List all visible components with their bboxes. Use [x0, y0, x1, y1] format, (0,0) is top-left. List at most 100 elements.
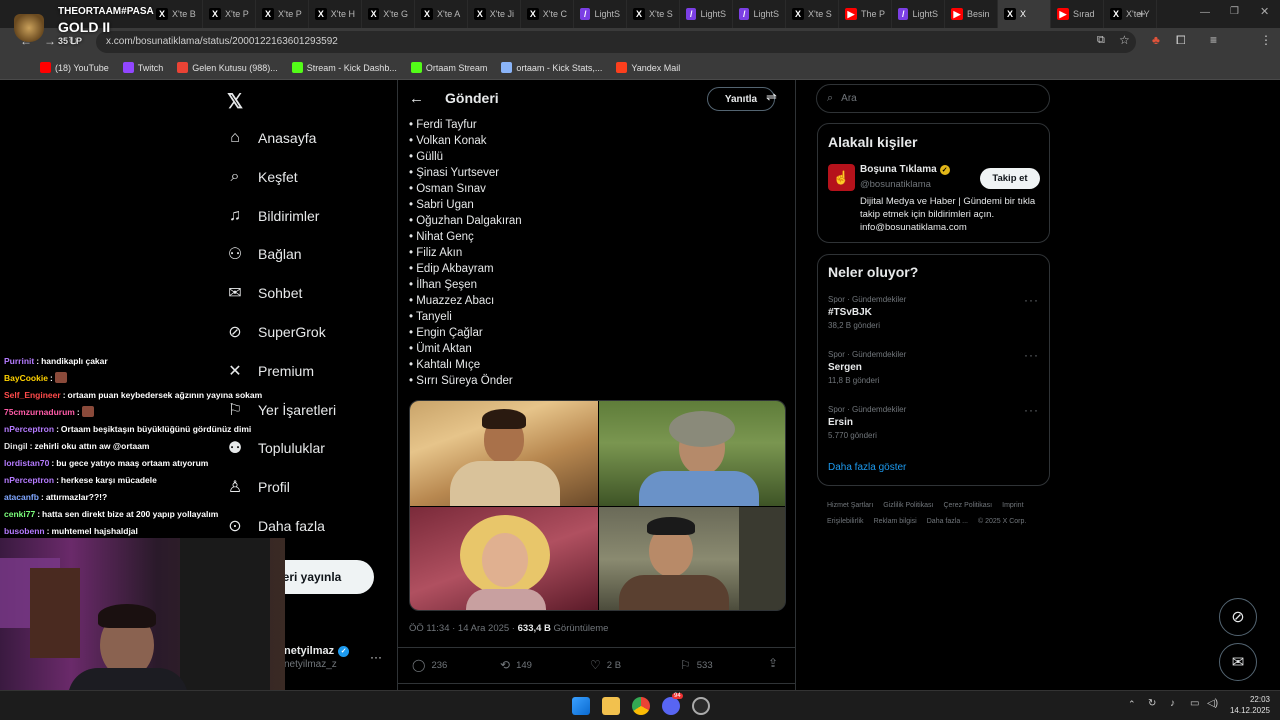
account-switcher[interactable]: netyilmaz ✓ netyilmaz_z: [284, 645, 350, 670]
post-image-2[interactable]: [599, 401, 785, 506]
search-input[interactable]: ⌕ Ara: [816, 84, 1050, 113]
start-windows-icon[interactable]: [572, 697, 590, 715]
gold-verified-badge-icon: ✓: [939, 164, 950, 175]
footer-link[interactable]: Hizmet Şartları: [827, 498, 873, 514]
forward-icon[interactable]: →: [44, 34, 56, 48]
bookmark-favicon-icon: [291, 62, 303, 73]
browser-tab[interactable]: X X'te A: [415, 0, 468, 28]
file-explorer-icon[interactable]: [602, 697, 620, 715]
star-bookmark-icon[interactable]: ☆: [1119, 33, 1130, 47]
filter-settings-icon[interactable]: ⇌: [766, 89, 777, 105]
browser-tab[interactable]: ▶ Besin: [945, 0, 998, 28]
trend-item[interactable]: Spor · Gündemdekiler Sergen 11,8 B gönderi: [828, 350, 906, 385]
browser-tab[interactable]: / LightS: [733, 0, 786, 28]
x-logo-icon[interactable]: 𝕏: [227, 89, 243, 114]
nav-item-add-person[interactable]: ⚇ Bağlan: [226, 245, 302, 263]
footer-link[interactable]: Imprint: [1002, 498, 1023, 514]
bookmark-item[interactable]: (18) YouTube: [40, 62, 109, 73]
volume-icon[interactable]: ◁): [1207, 698, 1218, 709]
like-action[interactable]: ♡ 2 B: [590, 658, 621, 672]
back-arrow-icon[interactable]: ←: [409, 90, 424, 107]
browser-tab[interactable]: X X'te B: [150, 0, 203, 28]
timestamp-text: ÖÖ 11:34 · 14 Ara 2025 ·: [409, 623, 518, 634]
show-more-link[interactable]: Daha fazla göster: [828, 462, 906, 473]
reload-icon[interactable]: ↻: [68, 34, 78, 48]
bookmark-item[interactable]: Stream - Kick Dashb...: [291, 62, 397, 73]
trend-more-icon[interactable]: ···: [1024, 348, 1039, 362]
network-icon[interactable]: ▭: [1190, 698, 1199, 709]
trend-more-icon[interactable]: ···: [1024, 403, 1039, 417]
browser-tab[interactable]: / LightS: [574, 0, 627, 28]
footer-link[interactable]: Daha fazla ...: [927, 514, 968, 530]
discord-icon[interactable]: 94: [662, 693, 683, 715]
browser-tab[interactable]: X X'te Y: [1104, 0, 1157, 28]
chrome-icon[interactable]: [632, 697, 650, 715]
footer-link[interactable]: Çerez Politikası: [943, 498, 992, 514]
post-image-grid[interactable]: [409, 400, 786, 611]
trend-item[interactable]: Spor · Gündemdekiler #TSvBJK 38,2 B gönder…: [828, 295, 906, 330]
media-control-icon[interactable]: ≡: [1210, 33, 1217, 47]
extensions-puzzle-icon[interactable]: ⧠: [1176, 33, 1186, 48]
extension-leaf-icon[interactable]: ♣: [1152, 33, 1160, 47]
follow-button[interactable]: Takip et: [980, 168, 1040, 189]
browser-tab[interactable]: X X'te P: [203, 0, 256, 28]
bookmark-item[interactable]: ortaam - Kick Stats,...: [501, 62, 602, 73]
trend-more-icon[interactable]: ···: [1024, 293, 1039, 307]
related-account-name-row[interactable]: Boşuna Tıklama ✓: [860, 164, 950, 175]
new-tab-icon[interactable]: +: [1138, 6, 1146, 21]
bookmark-item[interactable]: Yandex Mail: [616, 62, 680, 73]
browser-tab[interactable]: X X'te C: [521, 0, 574, 28]
bookmark-action[interactable]: ⚐ 533: [680, 658, 713, 672]
footer-link[interactable]: Gizlilik Politikası: [883, 498, 933, 514]
trend-item[interactable]: Spor · Gündemdekiler Ersin 5.770 gönderi: [828, 405, 906, 440]
bookmark-item[interactable]: Ortaam Stream: [410, 62, 487, 73]
browser-tab[interactable]: X X'te H: [309, 0, 362, 28]
post-image-3[interactable]: [410, 507, 598, 610]
browser-tab[interactable]: X X'te G: [362, 0, 415, 28]
microphone-icon[interactable]: ♪: [1170, 698, 1175, 709]
browser-menu-icon[interactable]: ⋮: [1260, 33, 1272, 47]
account-avatar[interactable]: ☝: [828, 164, 855, 191]
post-image-1[interactable]: [410, 401, 598, 506]
account-more-icon[interactable]: ···: [370, 650, 382, 664]
browser-tab[interactable]: ▶ The P: [839, 0, 892, 28]
footer-link[interactable]: Reklam bilgisi: [874, 514, 917, 530]
footer-link[interactable]: © 2025 X Corp.: [978, 514, 1026, 530]
bookmark-item[interactable]: Twitch: [122, 62, 163, 73]
maximize-icon[interactable]: ❐: [1230, 6, 1239, 17]
nav-item-search[interactable]: ⌕ Keşfet: [226, 168, 298, 186]
mail-icon: ✉: [228, 285, 242, 303]
sync-icon[interactable]: ↻: [1148, 698, 1156, 709]
chat-emote-icon: [54, 372, 67, 383]
messages-button[interactable]: ✉: [1219, 643, 1257, 681]
nav-item-grok[interactable]: ⊘ SuperGrok: [226, 323, 325, 341]
share-icon[interactable]: ⇪: [768, 656, 778, 670]
chat-separator: :: [46, 525, 50, 536]
close-window-icon[interactable]: ✕: [1260, 5, 1269, 18]
browser-tab[interactable]: X X'te S: [627, 0, 680, 28]
clock[interactable]: 22:03 14.12.2025: [1228, 694, 1270, 716]
post-image-4[interactable]: [599, 507, 785, 610]
back-icon[interactable]: ←: [20, 34, 32, 48]
tray-chevron-icon[interactable]: ⌃: [1128, 699, 1136, 710]
browser-tab[interactable]: ▶ Sırad: [1051, 0, 1104, 28]
browser-tab[interactable]: / LightS: [892, 0, 945, 28]
browser-tab[interactable]: XX: [998, 0, 1051, 28]
repost-action[interactable]: ⟲ 149: [500, 658, 532, 672]
nav-item-bell[interactable]: ♫ Bildirimler: [226, 207, 319, 225]
bookmark-item[interactable]: Gelen Kutusu (988)...: [177, 62, 278, 73]
reply-action[interactable]: ◯ 236: [412, 658, 447, 672]
reply-button[interactable]: Yanıtla: [707, 87, 775, 111]
obs-icon[interactable]: [692, 697, 710, 715]
nav-item-home[interactable]: ⌂ Anasayfa: [226, 129, 316, 147]
browser-tab[interactable]: X X'te S: [786, 0, 839, 28]
url-field[interactable]: x.com/bosunatiklama/status/2000122163601…: [96, 31, 1136, 53]
install-icon[interactable]: ⧉: [1097, 34, 1105, 47]
nav-item-mail[interactable]: ✉ Sohbet: [226, 284, 302, 302]
minimize-icon[interactable]: —: [1200, 7, 1210, 18]
browser-tab[interactable]: X X'te Ji: [468, 0, 521, 28]
browser-tab[interactable]: X X'te P: [256, 0, 309, 28]
footer-link[interactable]: Erişilebilirlik: [827, 514, 864, 530]
grok-button[interactable]: ⊘: [1219, 598, 1257, 636]
browser-tab[interactable]: / LightS: [680, 0, 733, 28]
